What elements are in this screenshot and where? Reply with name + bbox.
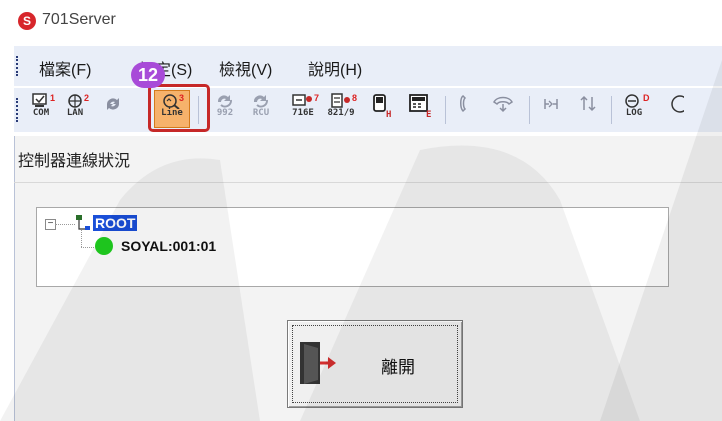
toolbar-log-button[interactable]: D LOG [617,91,651,127]
rcu-label: RCU [252,108,270,118]
toolbar-com-button[interactable]: 1 COM [24,91,58,127]
transfer-icon [544,99,558,109]
online-status-icon [95,237,113,255]
panel-title: 控制器連線狀況 [18,153,131,170]
lan-label: LAN [66,108,84,118]
toolbar-grip-icon[interactable] [16,98,21,122]
821-device-icon [331,93,350,108]
app-logo-icon: S [18,12,36,30]
lan-icon [68,94,82,108]
toolbar: 1 COM 2 LAN 3 Line 992 RCU 7 716E 8 821/… [14,88,722,132]
toolbar-992-button[interactable]: 992 [208,91,242,127]
716e-label: 716E [292,108,314,118]
toolbar-e-button[interactable]: E [402,91,436,127]
tree-root-label[interactable]: ROOT [93,215,138,231]
com-sup: 1 [50,93,56,103]
com-label: COM [32,108,50,118]
tree-connector [81,247,94,248]
toolbar-rcu-button[interactable]: RCU [244,91,278,127]
log-label: LOG [625,108,643,118]
exit-button[interactable]: 離開 [287,320,463,408]
toolbar-separator [611,96,612,124]
log-sup: D [643,93,650,103]
toolbar-716e-button[interactable]: 7 716E [286,91,320,127]
toolbar-phone-button[interactable] [450,91,484,127]
992-label: 992 [216,108,234,118]
716e-device-icon [292,94,312,106]
log-icon [625,94,639,108]
toolbar-download-button[interactable] [486,91,520,127]
refresh-icon [106,98,120,110]
e-label: E [426,110,432,120]
menu-bar: 檔案(F) 設定(S) 檢視(V) 說明(H) [14,46,722,86]
h-label: H [386,110,392,120]
com-icon [32,93,47,107]
network-root-icon [76,215,90,230]
toolbar-h-button[interactable]: H [364,91,398,127]
menu-grip-icon[interactable] [16,56,21,76]
tree-node-label[interactable]: SOYAL:001:01 [121,238,216,254]
tree-connector [55,224,75,225]
menu-file[interactable]: 檔案(F) [39,56,91,80]
toolbar-updown-button[interactable] [572,91,606,127]
download-phone-icon [493,96,513,113]
window-title: 701Server [42,11,116,28]
716e-sup: 7 [314,93,320,103]
821-sup: 8 [352,93,358,103]
step-highlight-box [148,84,210,132]
menu-view[interactable]: 檢視(V) [219,56,272,80]
rcu-refresh-icon [253,95,268,108]
controller-tree[interactable]: − ROOT SOYAL:001:01 [36,207,669,287]
toolbar-more-button[interactable] [664,91,684,127]
toolbar-refresh-button[interactable] [96,91,130,127]
up-down-arrows-icon [580,95,596,112]
lan-sup: 2 [84,93,90,103]
exit-door-icon [300,342,336,384]
menu-help[interactable]: 說明(H) [308,56,362,80]
partial-icon [671,95,684,113]
toolbar-lan-button[interactable]: 2 LAN [58,91,92,127]
tree-connector [81,230,82,247]
title-bar: S 701Server [0,0,722,44]
toolbar-separator [529,96,530,124]
exit-button-label: 離開 [381,358,415,377]
992-refresh-icon [217,95,232,108]
panel-divider [14,182,722,183]
toolbar-821-button[interactable]: 8 821/9 [324,91,358,127]
phone-icon [460,95,467,113]
step-badge: 12 [131,62,165,88]
toolbar-separator [445,96,446,124]
821-label: 821/9 [327,108,355,118]
toolbar-transfer-button[interactable] [536,91,570,127]
